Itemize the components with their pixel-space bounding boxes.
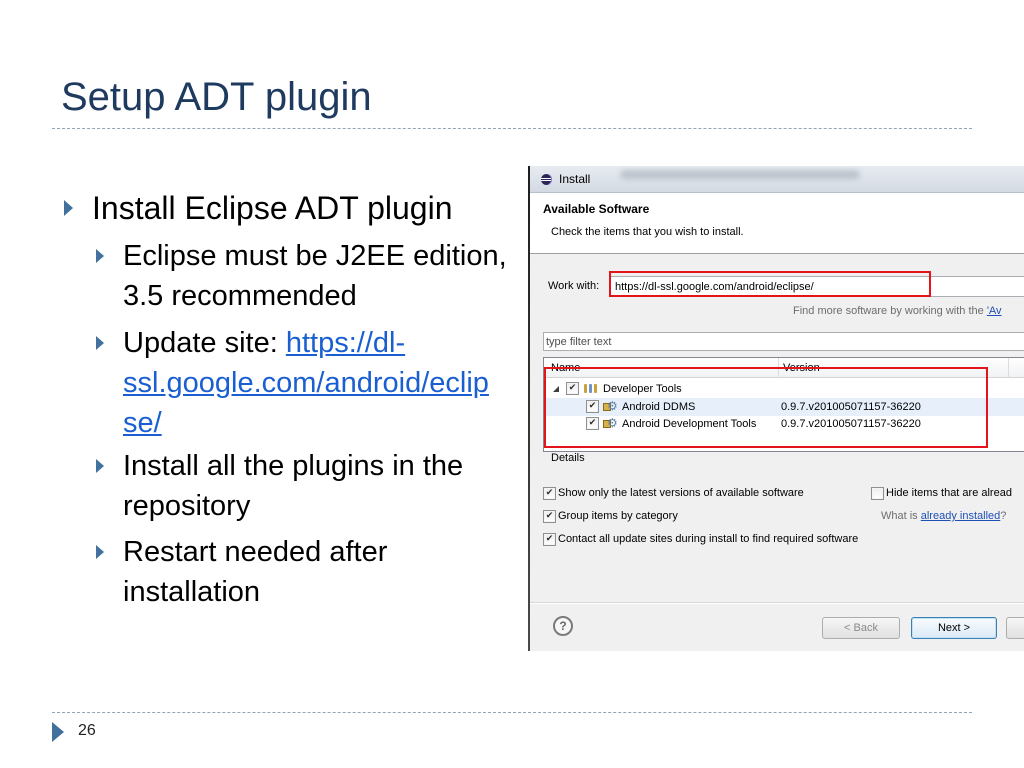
sub-bullet-line: Restart needed after — [123, 536, 388, 568]
back-button[interactable]: < Back — [822, 617, 900, 639]
category-icon — [584, 384, 598, 394]
title-bar[interactable]: Install — [530, 166, 1024, 193]
update-site-label: Update site: — [123, 327, 278, 359]
title-divider — [52, 128, 972, 129]
wizard-instruction: Check the items that you wish to install… — [551, 226, 744, 238]
update-site-link[interactable]: https://dl- — [286, 327, 405, 359]
footer-divider — [52, 712, 972, 713]
item-checkbox[interactable] — [586, 417, 599, 430]
tree-row-label: Android Development Tools — [622, 418, 757, 430]
item-checkbox[interactable] — [586, 400, 599, 413]
latest-versions-label[interactable]: Show only the latest versions of availab… — [558, 485, 804, 501]
feature-icon: ⚙ — [602, 416, 618, 431]
tree-row-category[interactable]: Developer Tools — [544, 380, 1024, 398]
tree-row-version: 0.9.7.v201005071157-36220 — [781, 418, 921, 430]
triangle-bullet-icon — [96, 336, 104, 350]
sub-bullet-line: Install all the plugins in the — [123, 450, 464, 482]
contact-sites-label[interactable]: Contact all update sites during install … — [558, 531, 858, 547]
clipped-button[interactable] — [1006, 617, 1024, 639]
sub-bullet-restart: Restart needed after installation — [123, 532, 387, 612]
footer-triangle-icon — [52, 722, 64, 742]
find-more-label: Find more software by working with the — [793, 305, 984, 317]
find-more-text: Find more software by working with the '… — [793, 303, 1002, 319]
details-label: Details — [551, 452, 585, 464]
triangle-bullet-icon — [96, 459, 104, 473]
already-installed-text: What is already installed? — [881, 508, 1006, 524]
sub-bullet-install-all: Install all the plugins in the repositor… — [123, 446, 463, 526]
already-installed-link[interactable]: already installed — [921, 510, 1001, 522]
hide-installed-checkbox[interactable] — [871, 487, 884, 500]
tree-expanded-icon[interactable] — [553, 386, 559, 392]
eclipse-icon — [541, 174, 552, 185]
sub-bullet-line: Update site: https://dl- — [123, 323, 489, 363]
available-sites-link[interactable]: 'Av — [987, 305, 1002, 317]
filter-input[interactable] — [543, 332, 1024, 351]
latest-versions-checkbox[interactable] — [543, 487, 556, 500]
group-by-category-label[interactable]: Group items by category — [558, 508, 678, 524]
update-site-link[interactable]: ssl.google.com/android/eclip — [123, 363, 489, 403]
triangle-bullet-icon — [96, 545, 104, 559]
install-dialog: Install Available Software Check the ite… — [528, 166, 1024, 651]
page-number: 26 — [78, 722, 96, 739]
tree-row-version: 0.9.7.v201005071157-36220 — [781, 401, 921, 413]
category-checkbox[interactable] — [566, 382, 579, 395]
feature-icon: ⚙ — [602, 399, 618, 414]
column-divider[interactable] — [1008, 358, 1009, 378]
group-by-category-checkbox[interactable] — [543, 510, 556, 523]
already-installed-suffix: ? — [1000, 510, 1007, 522]
column-header-version[interactable]: Version — [783, 360, 820, 376]
work-with-label: Work with: — [548, 280, 600, 292]
sub-bullet-line: Eclipse must be J2EE edition, — [123, 240, 507, 272]
table-header: Name Version — [544, 358, 1024, 378]
sub-bullet-edition: Eclipse must be J2EE edition, 3.5 recomm… — [123, 236, 507, 316]
tree-row-item[interactable]: ⚙ Android Development Tools 0.9.7.v20100… — [544, 415, 1024, 433]
blurred-title-area — [620, 170, 860, 179]
column-divider[interactable] — [778, 358, 779, 378]
triangle-bullet-icon — [64, 200, 73, 216]
update-site-link[interactable]: se/ — [123, 403, 489, 443]
next-button[interactable]: Next > — [911, 617, 997, 639]
contact-sites-checkbox[interactable] — [543, 533, 556, 546]
sub-bullet-update-site: Update site: https://dl- ssl.google.com/… — [123, 323, 489, 443]
window-title: Install — [559, 172, 591, 186]
sub-bullet-line: 3.5 recommended — [123, 280, 357, 312]
software-tree-table[interactable]: Name Version Developer Tools ⚙ Android D… — [543, 357, 1024, 452]
help-icon[interactable]: ? — [553, 616, 573, 636]
tree-row-label: Android DDMS — [622, 401, 696, 413]
wizard-heading: Available Software — [543, 202, 650, 216]
column-header-name[interactable]: Name — [551, 360, 580, 376]
button-bar-separator — [530, 602, 1024, 604]
slide-title: Setup ADT plugin — [61, 75, 372, 119]
main-bullet: Install Eclipse ADT plugin — [92, 190, 453, 226]
tree-row-item[interactable]: ⚙ Android DDMS 0.9.7.v201005071157-36220 — [544, 398, 1024, 416]
sub-bullet-line: installation — [123, 576, 261, 608]
hide-installed-label[interactable]: Hide items that are alread — [886, 485, 1012, 501]
sub-bullet-line: repository — [123, 490, 251, 522]
tree-row-label: Developer Tools — [603, 383, 682, 395]
already-installed-prefix: What is — [881, 510, 918, 522]
triangle-bullet-icon — [96, 249, 104, 263]
work-with-input[interactable] — [610, 276, 1024, 297]
